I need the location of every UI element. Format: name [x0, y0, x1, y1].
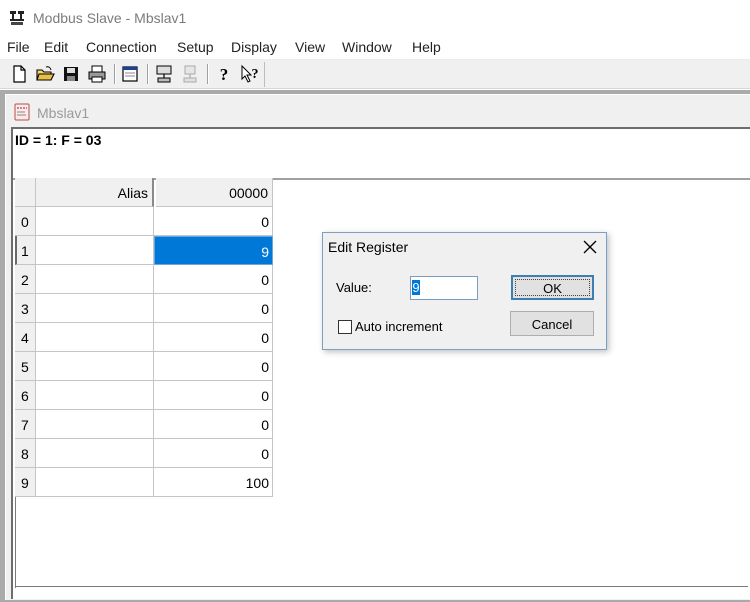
menu-edit[interactable]: Edit — [44, 39, 68, 55]
toolbar-separator — [147, 64, 148, 84]
save-icon[interactable] — [61, 64, 81, 84]
new-document-icon[interactable] — [9, 64, 29, 84]
slave-id-function-header: ID = 1: F = 03 — [15, 132, 102, 148]
alias-cell[interactable] — [36, 236, 154, 265]
register-value-cell[interactable]: 0 — [154, 265, 273, 294]
modbus-app-icon — [10, 11, 24, 25]
cancel-button[interactable]: Cancel — [510, 311, 594, 336]
register-value-cell[interactable]: 0 — [154, 439, 273, 468]
auto-increment-checkbox[interactable] — [338, 320, 352, 334]
modbus-document-icon — [14, 103, 30, 121]
window-icon[interactable] — [120, 64, 140, 84]
row-header[interactable]: 7 — [15, 410, 36, 439]
connect-icon[interactable] — [154, 64, 174, 84]
alias-cell[interactable] — [36, 294, 154, 323]
row-header[interactable]: 3 — [15, 294, 36, 323]
register-value-cell[interactable]: 0 — [154, 294, 273, 323]
row-header[interactable]: 2 — [15, 265, 36, 294]
svg-text:?: ? — [252, 67, 259, 82]
toolbar: ? ? — [0, 60, 750, 89]
cancel-button-label: Cancel — [531, 317, 573, 332]
toolbar-separator — [114, 64, 115, 84]
print-icon[interactable] — [87, 64, 107, 84]
grid-corner-header — [15, 178, 36, 207]
menu-setup[interactable]: Setup — [177, 39, 214, 55]
register-value-cell[interactable]: 0 — [154, 352, 273, 381]
close-icon[interactable] — [581, 238, 599, 256]
toolbar-separator — [207, 64, 208, 84]
window-titlebar: Modbus Slave - Mbslav1 — [0, 0, 750, 36]
toolbar-end-divider — [264, 62, 265, 87]
window-title: Modbus Slave - Mbslav1 — [33, 10, 187, 26]
menu-view[interactable]: View — [295, 39, 325, 55]
menu-help[interactable]: Help — [412, 39, 441, 55]
context-help-icon[interactable]: ? — [240, 64, 260, 84]
alias-cell[interactable] — [36, 381, 154, 410]
alias-cell[interactable] — [36, 410, 154, 439]
alias-cell[interactable] — [36, 352, 154, 381]
menu-connection[interactable]: Connection — [86, 39, 157, 55]
ok-button[interactable]: OK — [511, 275, 594, 300]
child-window-titlebar[interactable]: Mbslav1 — [6, 95, 750, 125]
column-header-address[interactable]: 00000 — [156, 178, 273, 207]
row-header[interactable]: 8 — [15, 439, 36, 468]
open-folder-icon[interactable] — [35, 64, 55, 84]
row-header[interactable]: 1 — [15, 236, 36, 265]
menu-display[interactable]: Display — [231, 39, 277, 55]
register-value-cell[interactable]: 0 — [154, 381, 273, 410]
help-icon[interactable]: ? — [214, 64, 234, 84]
edit-register-dialog: Edit Register Value: 9 OK Cancel Auto in… — [322, 232, 607, 350]
register-value-cell[interactable]: 0 — [154, 410, 273, 439]
menu-window[interactable]: Window — [342, 39, 392, 55]
row-header[interactable]: 6 — [15, 381, 36, 410]
auto-increment-label[interactable]: Auto increment — [355, 319, 442, 334]
register-value-cell[interactable]: 0 — [154, 323, 273, 352]
row-header[interactable]: 4 — [15, 323, 36, 352]
focus-rect — [515, 279, 590, 296]
value-label: Value: — [336, 280, 372, 295]
register-value-cell[interactable]: 9 — [154, 236, 273, 265]
alias-cell[interactable] — [36, 323, 154, 352]
child-window-title: Mbslav1 — [37, 105, 90, 121]
row-header[interactable]: 9 — [15, 468, 36, 497]
register-value-cell[interactable]: 0 — [154, 207, 273, 236]
menu-file[interactable]: File — [7, 39, 30, 55]
alias-cell[interactable] — [36, 439, 154, 468]
alias-cell[interactable] — [36, 468, 154, 497]
row-header[interactable]: 0 — [15, 207, 36, 236]
register-value-cell[interactable]: 100 — [154, 468, 273, 497]
disconnect-icon[interactable] — [180, 64, 200, 84]
menu-bar: File Edit Connection Setup Display View … — [0, 36, 750, 60]
alias-cell[interactable] — [36, 207, 154, 236]
alias-cell[interactable] — [36, 265, 154, 294]
column-header-alias[interactable]: Alias — [36, 178, 154, 207]
svg-text:?: ? — [220, 65, 229, 84]
dialog-title: Edit Register — [328, 239, 409, 255]
value-input-text: 9 — [412, 280, 420, 295]
row-header[interactable]: 5 — [15, 352, 36, 381]
value-input[interactable] — [410, 276, 478, 300]
grid-bottom-border — [15, 586, 748, 587]
